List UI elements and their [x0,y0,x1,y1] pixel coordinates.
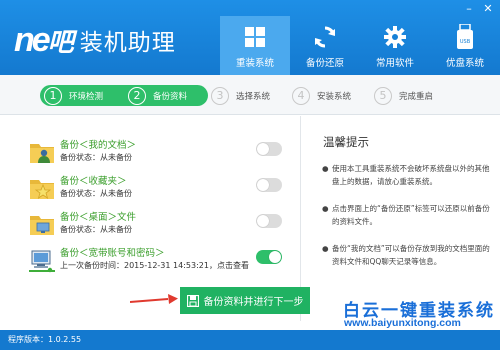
tab-label: 常用软件 [375,58,414,69]
backup-item-status[interactable]: 上一次备份时间：2015-12-31 14:53:21，点击查看 [60,260,249,271]
network-computer-icon [28,246,56,274]
bullet-icon: ● [322,244,329,253]
step-number: 4 [292,86,310,105]
tab-backup-restore[interactable]: 备份还原 [290,16,360,75]
step-label: 选择系统 [236,91,271,102]
minimize-button[interactable]: – [462,3,476,15]
tip-text: 使用本工具重装系统不会破坏系统盘以外的其他盘上的数据，请放心重装系统。 [332,164,490,186]
backup-toggle[interactable] [256,142,282,156]
step-number: 1 [44,86,62,105]
tip-text: 点击界面上的“备份还原”标签可以还原以前备份的资料文件。 [332,204,490,226]
step-label: 安装系统 [317,91,352,102]
backup-item-title[interactable]: 备份＜收藏夹＞ [60,173,127,187]
tab-common-software[interactable]: 常用软件 [360,16,430,75]
step-progress: 1 环境检测 2 备份资料 3 选择系统 4 安装系统 5 完成重启 [0,75,500,115]
backup-item-title[interactable]: 备份＜宽带账号和密码＞ [60,245,165,259]
tab-usb-system[interactable]: USB 优盘系统 [430,16,500,75]
tips-title: 温馨提示 [323,135,369,149]
backup-item-my-documents: 备份＜我的文档＞ 备份状态：从未备份 [28,132,290,172]
tab-label: 重装系统 [235,58,274,69]
step-select-system: 3 选择系统 [211,85,270,106]
tip-item: ● 点击界面上的“备份还原”标签可以还原以前备份的资料文件。 [322,202,492,228]
step-number: 5 [374,86,392,105]
tab-label: 备份还原 [305,58,344,69]
backup-item-desktop: 备份＜桌面＞文件 备份状态：从未备份 [28,204,290,244]
tip-text: 备份“我的文档”可以备份存放到我的文档里面的资料文件和QQ聊天记录等信息。 [332,244,490,266]
folder-desktop-icon [28,210,56,238]
title-bar: ne吧 装机助理 – ✕ 重装系统 备份还原 常用软件 USB 优盘系统 [0,0,500,75]
app-logo: ne吧 装机助理 [14,22,176,58]
tip-item: ● 使用本工具重装系统不会破坏系统盘以外的其他盘上的数据，请放心重装系统。 [322,162,492,188]
tab-reinstall-system[interactable]: 重装系统 [220,16,290,75]
step-label: 备份资料 [153,91,188,102]
backup-item-title[interactable]: 备份＜我的文档＞ [60,137,136,151]
gear-icon [382,24,408,50]
toggle-knob [257,179,269,191]
step-backup-data: 2 备份资料 [128,85,187,106]
usb-icon: USB [452,24,478,50]
step-finish-restart: 5 完成重启 [374,85,433,106]
backup-item-title[interactable]: 备份＜桌面＞文件 [60,209,136,223]
step-environment-check: 1 环境检测 [44,85,103,106]
main-nav: 重装系统 备份还原 常用软件 USB 优盘系统 [220,16,500,75]
backup-item-status: 备份状态：从未备份 [60,189,132,198]
step-number: 2 [128,86,146,105]
backup-item-status: 备份状态：从未备份 [60,225,132,234]
backup-item-broadband-account: 备份＜宽带账号和密码＞ 上一次备份时间：2015-12-31 14:53:21，… [28,240,290,280]
watermark-url: www.baiyunxitong.com [344,317,461,329]
status-bar: 程序版本：1.0.2.55 [0,330,500,350]
logo-mark: ne吧 [14,21,74,59]
step-number: 3 [211,86,229,105]
backup-toggle[interactable] [256,214,282,228]
backup-item-status: 备份状态：从未备份 [60,153,132,162]
toggle-knob [269,251,281,263]
backup-toggle[interactable] [256,250,282,264]
bullet-icon: ● [322,164,329,173]
windows-icon [242,24,268,50]
button-label: 备份资料并进行下一步 [203,297,304,308]
pointer-arrow-icon [130,294,178,304]
refresh-icon [312,24,338,50]
save-disk-icon [186,294,199,307]
tip-item: ● 备份“我的文档”可以备份存放到我的文档里面的资料文件和QQ聊天记录等信息。 [322,242,492,268]
svg-text:USB: USB [460,39,471,45]
bullet-icon: ● [322,204,329,213]
step-label: 完成重启 [399,91,434,102]
version-text: 程序版本：1.0.2.55 [8,335,82,344]
close-button[interactable]: ✕ [481,3,495,15]
backup-and-next-button[interactable]: 备份资料并进行下一步 [180,287,310,314]
backup-toggle[interactable] [256,178,282,192]
folder-user-icon [28,138,56,166]
app-title: 装机助理 [79,30,176,56]
step-label: 环境检测 [69,91,104,102]
backup-item-favorites: 备份＜收藏夹＞ 备份状态：从未备份 [28,168,290,208]
toggle-knob [257,143,269,155]
step-install-system: 4 安装系统 [292,85,351,106]
toggle-knob [257,215,269,227]
tab-label: 优盘系统 [445,58,484,69]
folder-star-icon [28,174,56,202]
